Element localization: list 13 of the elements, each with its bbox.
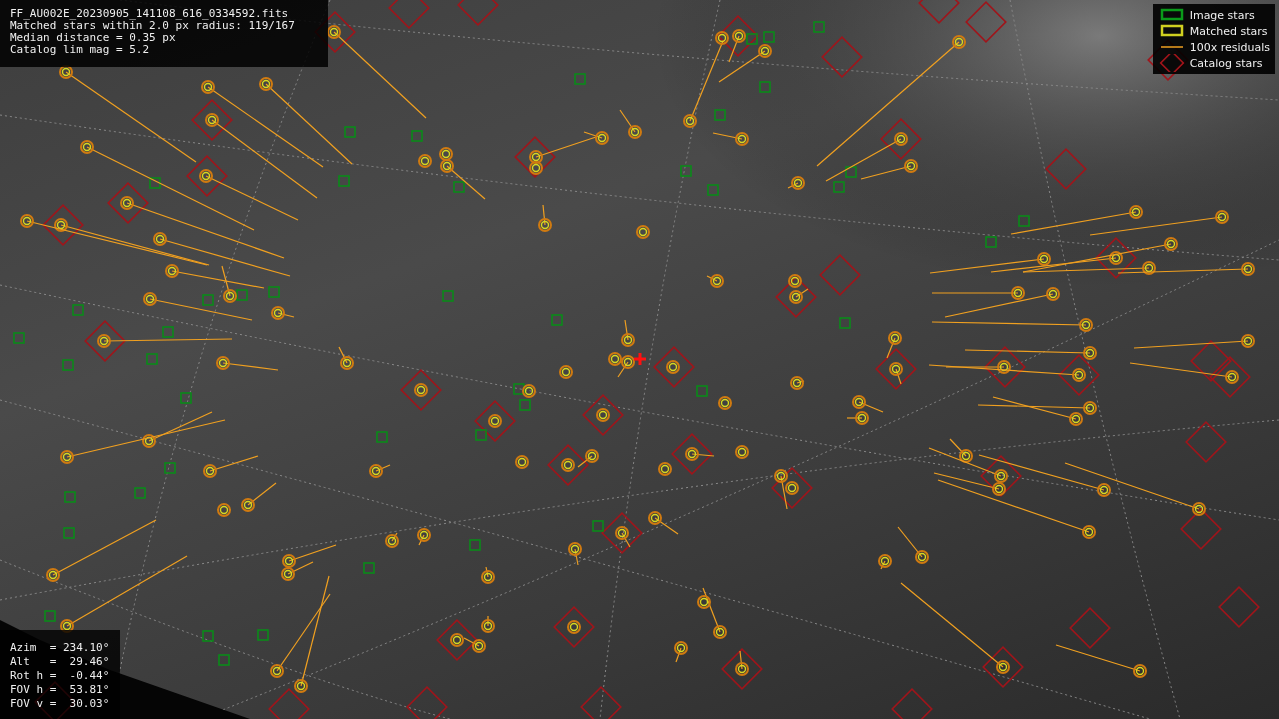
pointing-text: Alt = 29.46° [10, 655, 110, 669]
info-text: Catalog lim mag = 5.2 [10, 44, 151, 56]
pointing-text: FOV v = 30.03° [10, 697, 110, 711]
legend-label: 100x residuals [1189, 40, 1270, 54]
legend-label: Matched stars [1189, 24, 1268, 38]
pointing-text: Azim = 234.10° [10, 641, 110, 655]
legend-label: Image stars [1189, 8, 1255, 22]
legend-label: Catalog stars [1189, 56, 1263, 70]
pointing-text: FOV h = 53.81° [10, 683, 110, 697]
pointing-text: Rot h = -0.44° [10, 669, 110, 683]
info-text: Matched stars within 2.0 px radius: 119/167 [10, 20, 296, 32]
info-text: FF_AU002E_20230905_141108_616_0334592.fits [10, 8, 290, 20]
info-text: Median distance = 0.35 px [10, 32, 177, 44]
